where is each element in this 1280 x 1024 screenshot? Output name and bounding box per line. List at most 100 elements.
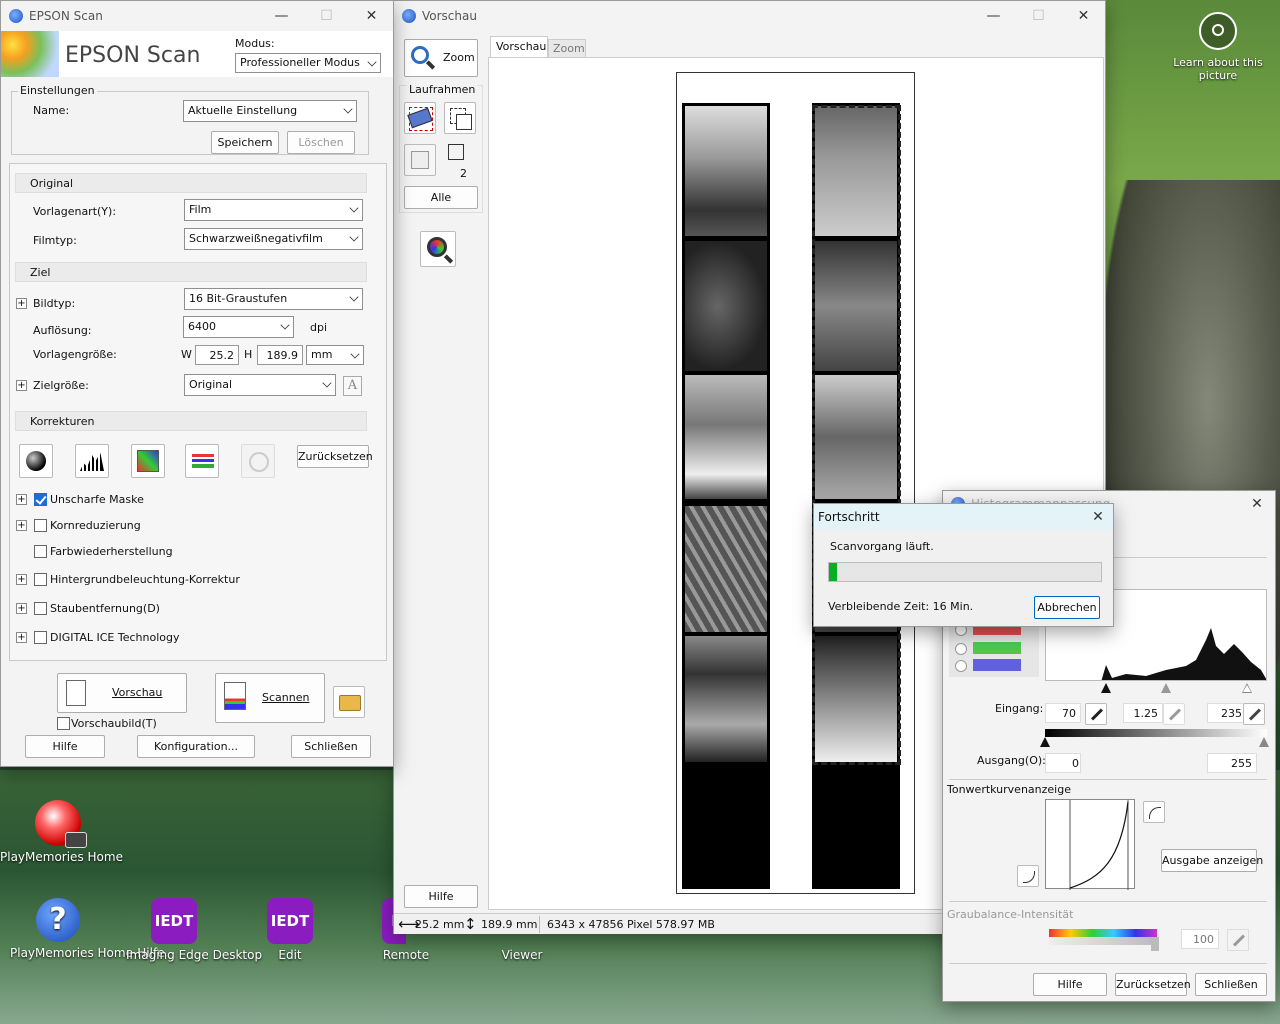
desktop-icon-edit[interactable]: IEDT Edit [242,898,338,962]
desktop-icon-imaging-edge-desktop[interactable]: IEDT Imaging Edge Desktop [126,898,262,962]
speichern-button[interactable]: Speichern [211,131,279,154]
graubalance-value[interactable]: 100 [1181,929,1219,949]
black-point-eyedropper[interactable] [1085,703,1107,725]
image-settings-button[interactable] [185,444,219,478]
minimize-icon[interactable]: — [971,1,1016,31]
option-expand-icon[interactable]: + [16,520,27,531]
marquee-selection[interactable] [812,105,901,765]
bildtyp-select[interactable]: 16 Bit-Graustufen [184,288,363,310]
film-frame [685,636,767,762]
exposure-ball-icon [26,451,46,471]
iedt-edit-icon: IEDT [267,898,313,944]
graubalance-handle-icon[interactable] [1151,937,1159,951]
desktop-icon-playmemories-hilfe[interactable]: ? PlayMemories Home-Hilfe [10,898,165,960]
option-expand-icon[interactable]: + [16,494,27,505]
bildtyp-expand-icon[interactable]: + [16,298,27,309]
name-label: Name: [33,104,70,117]
ziel-section: Ziel [15,262,367,282]
zielgroesse-select[interactable]: Original [184,374,336,396]
color-sliders-icon [192,454,214,468]
folder-button[interactable] [333,686,365,718]
close-icon[interactable]: ✕ [349,1,394,31]
width-label: W [181,348,192,361]
curve-high-button[interactable] [1143,801,1165,823]
option-checkbox[interactable] [34,602,47,615]
epson-help-button[interactable]: Hilfe [25,735,105,758]
ausgang-label: Ausgang(O): [977,754,1046,767]
name-select[interactable]: Aktuelle Einstellung [183,100,357,122]
histogram-button[interactable] [75,444,109,478]
option-checkbox[interactable] [34,545,47,558]
tab-vorschau[interactable]: Vorschau [490,36,548,58]
konfiguration-button[interactable]: Konfiguration... [137,735,255,758]
korrekturen-reset-button[interactable]: Zurücksetzen [297,445,373,468]
filmtyp-select[interactable]: Schwarzweißnegativfilm [184,228,363,250]
auto-exposure-button[interactable] [19,444,53,478]
option-expand-icon[interactable]: + [16,574,27,585]
option-checkbox[interactable] [34,519,47,532]
input-high-field[interactable]: 235 [1207,703,1247,723]
height-input[interactable]: 189.9 [257,345,303,365]
input-low-slider-icon[interactable] [1101,683,1111,693]
maximize-icon[interactable]: ☐ [1016,1,1061,31]
curve-low-button[interactable] [1017,865,1039,887]
vorschau-help-button[interactable]: Hilfe [404,885,478,908]
learn-about-picture[interactable]: Learn about this picture [1170,12,1266,82]
maximize-icon[interactable]: ☐ [304,1,349,31]
input-low-field[interactable]: 70 [1045,703,1081,723]
output-low-field[interactable]: 0 [1045,753,1081,773]
epson-close-button[interactable]: Schließen [291,735,371,758]
width-input[interactable]: 25.2 [195,345,239,365]
zoom-button[interactable]: Zoom [404,39,478,77]
output-high-slider-icon[interactable] [1259,737,1269,747]
histogram-reset-button[interactable]: Zurücksetzen [1115,973,1191,996]
option-checkbox[interactable] [34,493,47,506]
graubalance-eyedropper-icon[interactable] [1227,929,1249,951]
image-adjust-button[interactable] [420,231,456,267]
output-low-slider-icon[interactable] [1040,737,1050,747]
aufloesung-select[interactable]: 6400 [183,316,294,338]
tab-zoom[interactable]: Zoom [548,39,586,58]
option-checkbox[interactable] [34,573,47,586]
tone-curve-button[interactable] [131,444,165,478]
ausgabe-anzeigen-button[interactable]: Ausgabe anzeigen [1161,849,1263,872]
delete-frame-button[interactable] [404,144,436,176]
histogram-help-button[interactable]: Hilfe [1033,973,1107,996]
vorlagenart-select[interactable]: Film [184,199,363,221]
abbrechen-button[interactable]: Abbrechen [1034,596,1100,619]
input-gamma-field[interactable]: 1.25 [1123,703,1163,723]
close-icon[interactable]: ✕ [1084,504,1112,530]
epson-brand: EPSON Scan [65,43,201,68]
scannen-button[interactable]: Scannen [215,673,325,723]
close-icon[interactable]: ✕ [1061,1,1106,31]
option-expand-icon[interactable]: + [16,632,27,643]
graubalance-separator [949,901,1267,902]
vorschau-button[interactable]: Vorschau [57,673,187,713]
zielgroesse-expand-icon[interactable]: + [16,380,27,391]
color-palette-button[interactable] [241,444,275,478]
desktop-icon-playmemories-home[interactable]: PlayMemories Home [0,800,123,864]
histogram-close-button[interactable]: Schließen [1195,973,1267,996]
channel-radio-green[interactable] [955,643,967,655]
text-enhance-icon[interactable]: A [343,376,362,396]
vorschaubild-checkbox[interactable] [57,717,70,730]
input-gamma-slider-icon[interactable] [1161,683,1171,693]
loeschen-button[interactable]: Löschen [287,131,355,154]
output-high-field[interactable]: 255 [1207,753,1257,773]
auto-locate-frame-button[interactable] [404,102,436,134]
option-checkbox[interactable] [34,631,47,644]
option-expand-icon[interactable]: + [16,603,27,614]
channel-radio-blue[interactable] [955,660,967,672]
epson-app-icon [402,9,416,23]
white-point-eyedropper[interactable] [1243,703,1265,725]
modus-select[interactable]: Professioneller Modus [235,53,381,73]
status-divider [539,916,540,933]
copy-frame-button[interactable] [444,102,476,134]
minimize-icon[interactable]: — [259,1,304,31]
alle-button[interactable]: Alle [404,186,478,209]
unit-select[interactable]: mm [306,345,364,365]
graubalance-slider[interactable] [1049,929,1157,937]
close-icon[interactable]: ✕ [1240,491,1274,517]
input-high-slider-fill [1243,685,1251,692]
gray-point-eyedropper[interactable] [1163,703,1185,725]
